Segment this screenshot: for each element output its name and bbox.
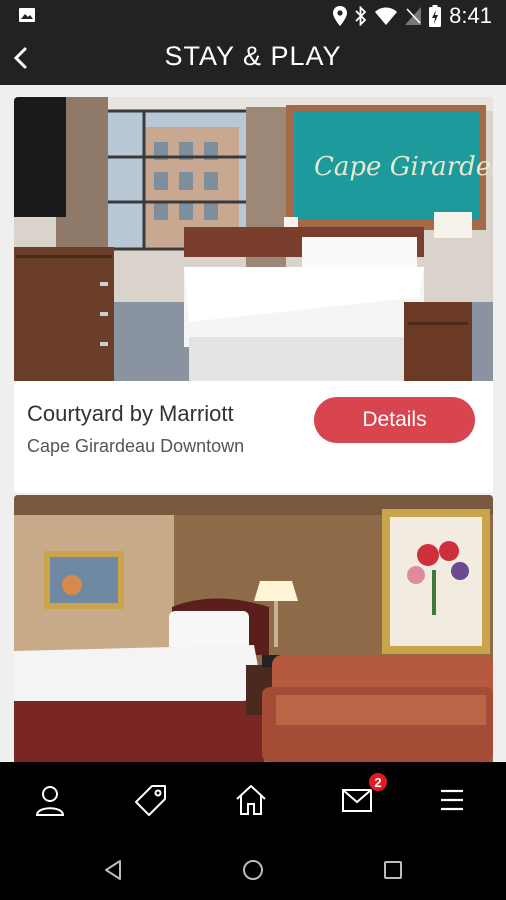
battery-icon bbox=[429, 5, 442, 27]
app-root: 8:41 STAY & PLAY Cape Girarde Courtyard … bbox=[0, 0, 506, 900]
home-circle-icon[interactable] bbox=[241, 858, 265, 882]
hotel-list[interactable]: Cape Girardeau bbox=[0, 85, 506, 762]
status-bar: 8:41 bbox=[0, 0, 506, 32]
recents-square-icon[interactable] bbox=[381, 858, 405, 882]
system-nav-bar bbox=[0, 839, 506, 900]
details-button[interactable]: Details bbox=[314, 397, 475, 443]
menu-icon[interactable] bbox=[434, 782, 470, 818]
tag-icon[interactable] bbox=[133, 782, 169, 818]
bottom-nav: 2 bbox=[0, 762, 506, 839]
wifi-icon bbox=[375, 7, 398, 25]
bluetooth-icon bbox=[355, 6, 367, 26]
wall-art-text: Cape Girardeau bbox=[314, 152, 493, 182]
hotel-name: Courtyard by Marriott bbox=[27, 401, 234, 426]
notification-badge: 2 bbox=[368, 772, 388, 792]
status-time: 8:41 bbox=[449, 3, 492, 28]
home-icon[interactable] bbox=[233, 782, 269, 818]
page-title: STAY & PLAY bbox=[164, 41, 342, 71]
hotel-card[interactable]: Cape Girardeau bbox=[14, 97, 493, 493]
app-header: STAY & PLAY bbox=[0, 32, 506, 85]
user-icon[interactable] bbox=[32, 782, 68, 818]
hotel-card[interactable] bbox=[14, 495, 493, 762]
hotel-photo: Cape Girardeau bbox=[14, 97, 493, 381]
location-icon bbox=[333, 6, 348, 26]
back-triangle-icon[interactable] bbox=[101, 858, 125, 882]
hotel-photo bbox=[14, 495, 493, 762]
hotel-info: Courtyard by Marriott Cape Girardeau Dow… bbox=[14, 381, 493, 493]
no-sim-icon bbox=[405, 7, 422, 25]
mail-button[interactable]: 2 bbox=[340, 772, 388, 818]
image-icon bbox=[19, 8, 35, 22]
hotel-location: Cape Girardeau Downtown bbox=[27, 436, 245, 456]
